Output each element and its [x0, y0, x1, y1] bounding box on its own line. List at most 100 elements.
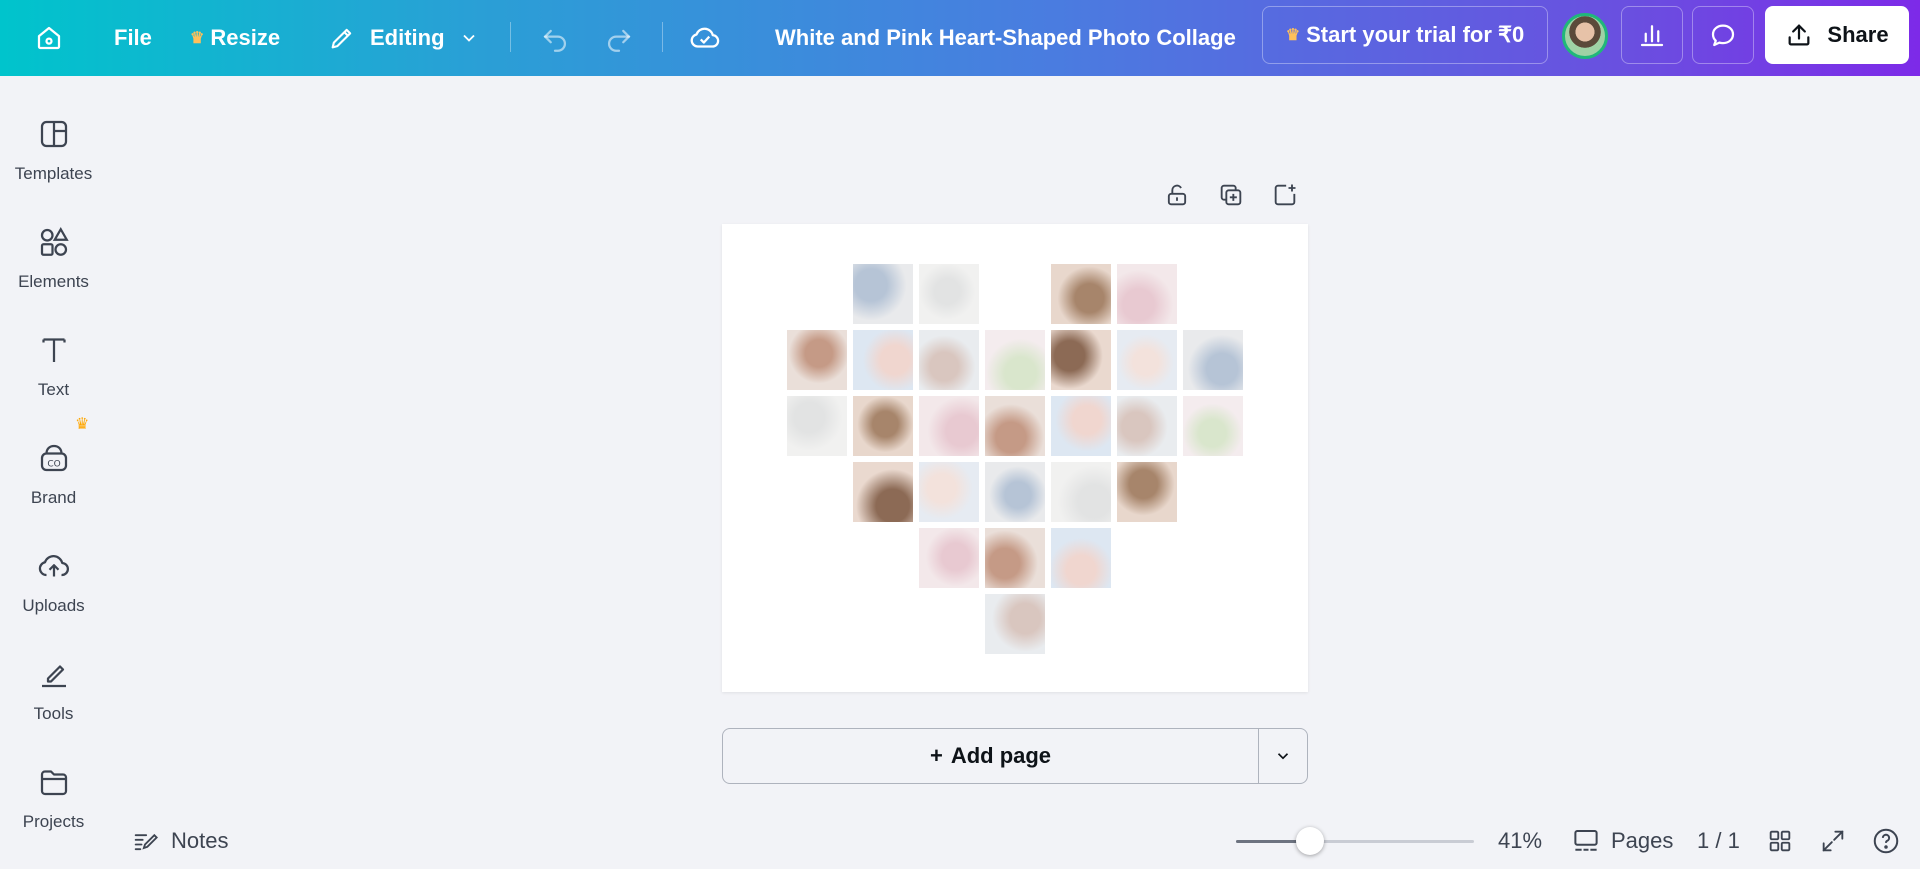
home-icon: [37, 26, 61, 50]
collage-photo[interactable]: [1051, 264, 1111, 324]
design-page[interactable]: [722, 224, 1308, 692]
sidebar-item-projects[interactable]: Projects: [0, 752, 107, 842]
duplicate-icon: [1220, 184, 1242, 206]
collage-photo[interactable]: [853, 330, 913, 390]
plus-icon: +: [929, 743, 943, 768]
toolbar-divider: [510, 22, 511, 52]
insights-button[interactable]: [1621, 6, 1683, 64]
collage-photo[interactable]: [1117, 330, 1177, 390]
cloud-check-icon: [690, 27, 720, 48]
page-indicator: 1 / 1: [1697, 820, 1740, 862]
chevron-down-icon: [1277, 753, 1289, 760]
add-page-icon-button[interactable]: [1268, 178, 1302, 212]
notes-icon: [134, 833, 158, 851]
trial-label: Start your trial for ₹0: [1306, 22, 1525, 47]
collage-photo[interactable]: [919, 396, 979, 456]
save-status-button[interactable]: [688, 0, 722, 76]
add-page-options-button[interactable]: [1258, 729, 1307, 783]
notes-button[interactable]: Notes: [131, 820, 228, 862]
sidebar-item-text[interactable]: Text: [0, 320, 107, 410]
help-button[interactable]: [1869, 824, 1903, 858]
add-page-bar: + Add page: [722, 728, 1308, 784]
share-button[interactable]: Share: [1765, 6, 1909, 64]
collage-photo[interactable]: [1117, 264, 1177, 324]
file-label: File: [114, 25, 152, 50]
sidebar-item-templates[interactable]: Templates: [0, 104, 107, 194]
notes-label: Notes: [171, 828, 229, 853]
collage-photo[interactable]: [787, 330, 847, 390]
sidebar-item-label: Tools: [33, 704, 74, 723]
grid-view-button[interactable]: [1763, 824, 1797, 858]
crown-icon: ♛: [190, 30, 205, 47]
sidebar-item-brand[interactable]: CO Brand: [0, 428, 107, 518]
avatar[interactable]: [1562, 13, 1608, 59]
elements-icon: [40, 226, 69, 256]
duplicate-page-button[interactable]: [1214, 178, 1248, 212]
sidebar-item-label: Uploads: [22, 596, 85, 615]
text-icon: [41, 338, 66, 362]
add-page-label: Add page: [950, 743, 1052, 768]
comment-icon: [1711, 24, 1735, 47]
home-button[interactable]: [34, 0, 64, 76]
resize-button[interactable]: ♛ Resize: [190, 0, 280, 76]
sidebar-item-uploads[interactable]: Uploads: [0, 536, 107, 626]
zoom-label: 41%: [1498, 828, 1543, 853]
top-toolbar: File ♛ Resize Editing White and Pink Hea…: [0, 0, 1920, 76]
share-label: Share: [1827, 22, 1889, 47]
brand-icon: CO: [40, 444, 67, 472]
editing-label: Editing: [370, 25, 445, 50]
collage-photo[interactable]: [787, 396, 847, 456]
collage-photo[interactable]: [1051, 462, 1111, 522]
undo-button[interactable]: [538, 0, 572, 76]
design-title[interactable]: White and Pink Heart-Shaped Photo Collag…: [775, 0, 1236, 76]
pages-button[interactable]: Pages: [1571, 820, 1673, 862]
collage-photo[interactable]: [985, 330, 1045, 390]
sidebar-item-label: Projects: [22, 812, 85, 831]
collage-photo[interactable]: [853, 264, 913, 324]
redo-button[interactable]: [602, 0, 636, 76]
folder-icon: [40, 770, 67, 796]
expand-icon: [1822, 830, 1844, 852]
grid-icon: [1769, 830, 1791, 852]
collage-photo[interactable]: [919, 462, 979, 522]
pencil-icon: [331, 28, 352, 49]
editing-mode-dropdown[interactable]: Editing: [328, 0, 479, 76]
templates-icon: [40, 120, 67, 148]
collage-photo[interactable]: [985, 396, 1045, 456]
collage-photo[interactable]: [1117, 462, 1177, 522]
design-title-text: White and Pink Heart-Shaped Photo Collag…: [775, 25, 1236, 50]
cloud-upload-icon: [38, 555, 69, 577]
zoom-slider[interactable]: [1236, 827, 1474, 855]
sidebar-item-elements[interactable]: Elements: [0, 212, 107, 302]
collage-photo[interactable]: [853, 462, 913, 522]
collage-photo[interactable]: [1117, 396, 1177, 456]
zoom-slider-thumb[interactable]: [1296, 827, 1324, 855]
collage-photo[interactable]: [919, 330, 979, 390]
collage-photo[interactable]: [1051, 528, 1111, 588]
collage-photo[interactable]: [919, 264, 979, 324]
lock-page-button[interactable]: [1160, 178, 1194, 212]
add-page-button[interactable]: + Add page: [723, 729, 1258, 783]
start-trial-button[interactable]: ♛ Start your trial for ₹0: [1262, 6, 1548, 64]
collage-photo[interactable]: [985, 528, 1045, 588]
undo-icon: [543, 29, 566, 52]
sidebar-item-tools[interactable]: Tools: [0, 644, 107, 734]
file-menu[interactable]: File: [114, 0, 152, 76]
sidebar-item-label: Elements: [18, 272, 89, 291]
zoom-level[interactable]: 41%: [1498, 820, 1542, 862]
collage-photo[interactable]: [919, 528, 979, 588]
collage-photo[interactable]: [1051, 396, 1111, 456]
collage-photo[interactable]: [985, 462, 1045, 522]
resize-label: Resize: [210, 25, 281, 50]
page-indicator-text: 1 / 1: [1697, 828, 1740, 853]
collage-photo[interactable]: [1183, 396, 1243, 456]
upload-icon: [1788, 24, 1810, 46]
comments-button[interactable]: [1692, 6, 1754, 64]
collage-photo[interactable]: [985, 594, 1045, 654]
collage-photo[interactable]: [1051, 330, 1111, 390]
sidebar-item-label: Templates: [14, 164, 93, 183]
help-icon: [1873, 828, 1899, 854]
fullscreen-button[interactable]: [1816, 824, 1850, 858]
collage-photo[interactable]: [1183, 330, 1243, 390]
collage-photo[interactable]: [853, 396, 913, 456]
